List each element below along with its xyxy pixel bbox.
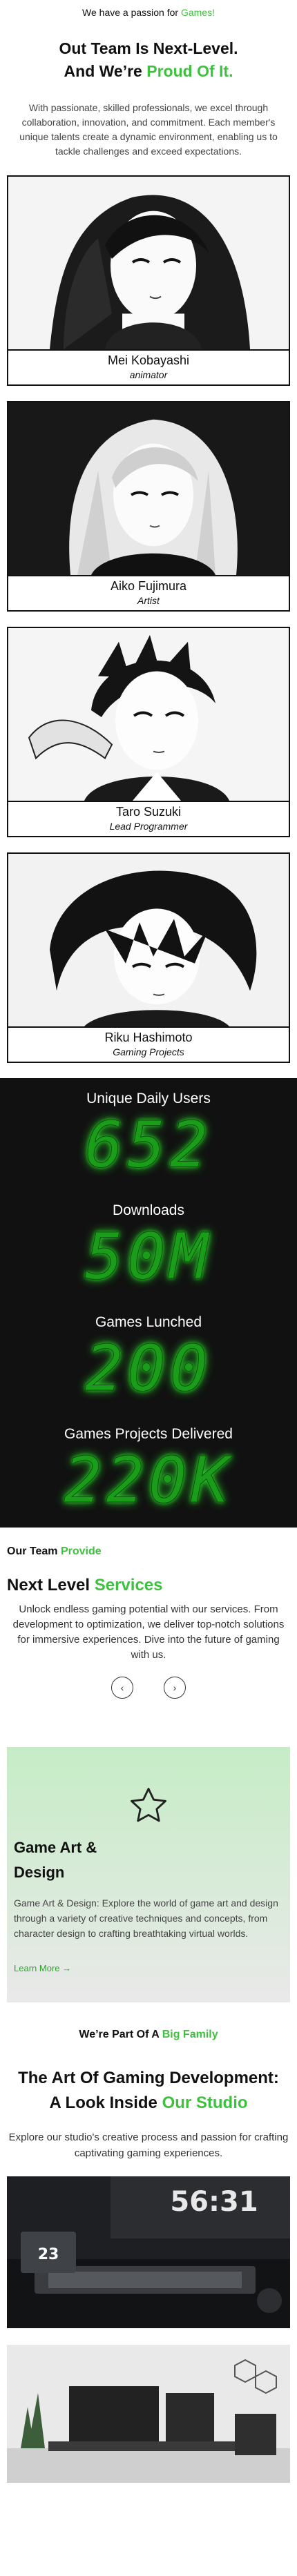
member-role: Gaming Projects — [113, 1046, 184, 1057]
family-text: We’re Part Of A — [79, 2029, 162, 2040]
studio-title-accent: Our Studio — [162, 2094, 248, 2112]
hero-paragraph: With passionate, skilled professionals, … — [19, 102, 278, 157]
studio-section: We’re Part Of A Big Family The Art Of Ga… — [0, 2029, 297, 2483]
stat-value: 50M — [84, 1220, 213, 1294]
hero-title: Out Team Is Next-Level. And We’re Proud … — [0, 37, 297, 83]
family-kicker: We’re Part Of A Big Family — [0, 2029, 297, 2041]
member-role: Artist — [137, 595, 160, 606]
studio-clock-text: 56:31 — [170, 2186, 258, 2218]
team-cards: Mei Kobayashi animator Aiko Fujimura Art… — [0, 175, 297, 1063]
stat-item: Unique Daily Users 652 — [0, 1091, 297, 1202]
member-name: Riku Hashimoto — [104, 1031, 193, 1044]
stat-label: Games Lunched — [95, 1314, 202, 1330]
eyebrow-accent: Games! — [180, 7, 215, 18]
portrait-illustration — [8, 402, 289, 576]
services-title: Next Level Services — [7, 1576, 290, 1595]
studio-title-line2: A Look Inside — [49, 2094, 162, 2112]
services-kicker: Our Team Provide — [7, 1545, 290, 1558]
arrow-right-icon: → — [62, 1963, 72, 1973]
team-card[interactable]: Taro Suzuki Lead Programmer — [7, 627, 290, 837]
learn-more-label: Learn More — [14, 1963, 60, 1973]
studio-photo-desk: 56:31 23 — [7, 2176, 290, 2328]
studio-badge-text: 23 — [38, 2246, 59, 2263]
portrait-illustration — [8, 628, 289, 802]
stat-item: Games Lunched 200 — [0, 1314, 297, 1426]
studio-title-line1: The Art Of Gaming Development: — [18, 2069, 279, 2087]
member-name: Mei Kobayashi — [107, 353, 190, 367]
studio-paragraph: Explore our studio's creative process an… — [8, 2131, 289, 2159]
eyebrow-text: We have a passion for — [82, 7, 181, 18]
next-arrow-icon[interactable]: › — [164, 1677, 186, 1699]
service-card-text: Game Art & Design: Explore the world of … — [14, 1897, 278, 1939]
kicker-text: Our Team — [7, 1545, 61, 1557]
hero-title-line1: Out Team Is Next-Level. — [59, 39, 238, 57]
stat-label: Unique Daily Users — [86, 1091, 211, 1106]
portrait-illustration — [8, 177, 289, 351]
hero-eyebrow: We have a passion for Games! — [0, 0, 297, 21]
member-name: Taro Suzuki — [115, 805, 182, 819]
team-card[interactable]: Mei Kobayashi animator — [7, 175, 290, 386]
stat-item: Downloads 50M — [0, 1202, 297, 1314]
member-name: Aiko Fujimura — [110, 579, 187, 593]
studio-title: The Art Of Gaming Development: A Look In… — [0, 2066, 297, 2116]
stat-label: Games Projects Delivered — [64, 1426, 233, 1442]
service-card[interactable]: Game Art & Design Game Art & Design: Exp… — [7, 1747, 290, 2002]
hero-title-line2: And We’re — [64, 62, 147, 80]
family-accent: Big Family — [162, 2029, 218, 2040]
services-title-accent: Services — [94, 1576, 163, 1594]
team-card[interactable]: Aiko Fujimura Artist — [7, 401, 290, 612]
star-icon — [131, 1788, 166, 1822]
portrait-illustration — [8, 854, 289, 1028]
kicker-accent: Provide — [60, 1545, 102, 1557]
studio-photo-setup — [7, 2345, 290, 2483]
hero-title-accent: Proud Of It. — [146, 62, 233, 80]
member-role: animator — [129, 369, 168, 380]
stat-value: 220K — [64, 1443, 233, 1518]
services-paragraph: Unlock endless gaming potential with our… — [12, 1603, 285, 1661]
member-role: Lead Programmer — [109, 821, 188, 832]
prev-arrow-icon[interactable]: ‹ — [111, 1677, 133, 1699]
stat-value: 200 — [84, 1331, 213, 1406]
services-title-text: Next Level — [7, 1576, 95, 1594]
carousel-controls: ‹ › — [0, 1677, 297, 1699]
services-section: Our Team Provide Next Level Services Unl… — [0, 1545, 297, 2002]
team-card[interactable]: Riku Hashimoto Gaming Projects — [7, 852, 290, 1063]
stat-label: Downloads — [113, 1202, 184, 1218]
learn-more-link[interactable]: Learn More → — [14, 1963, 71, 1973]
stats-section: Unique Daily Users 652 Downloads 50M Gam… — [0, 1078, 297, 1528]
stat-item: Games Projects Delivered 220K — [0, 1426, 297, 1538]
hero-section: We have a passion for Games! Out Team Is… — [0, 0, 297, 175]
stat-value: 652 — [84, 1108, 213, 1182]
service-card-title: Game Art & Design — [14, 1839, 97, 1881]
